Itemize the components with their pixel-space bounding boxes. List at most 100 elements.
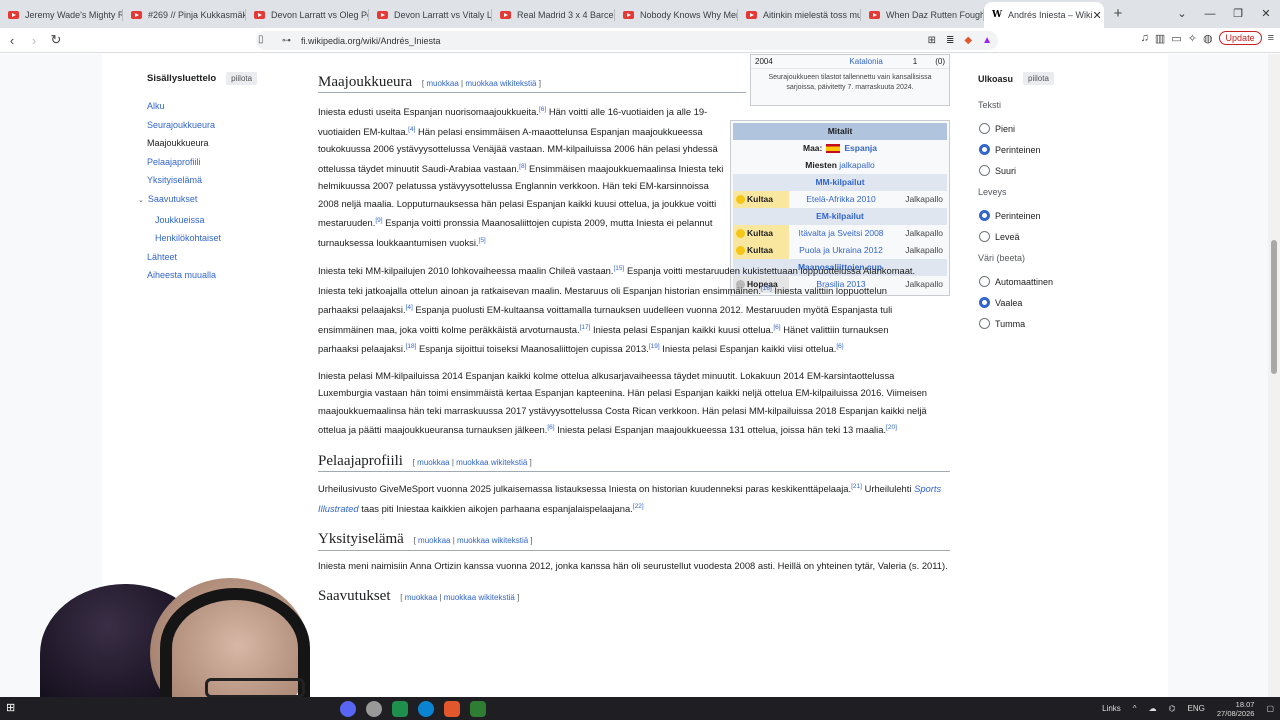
extensions-icon[interactable]: ✧ (1188, 32, 1197, 45)
reference-link[interactable]: [22] (633, 503, 644, 510)
steam-icon[interactable] (366, 700, 382, 717)
radio-button-icon[interactable] (979, 231, 990, 242)
edit-wikitext-link[interactable]: muokkaa wikitekstiä (456, 458, 527, 467)
update-button[interactable]: Update (1218, 31, 1262, 45)
browser-tab[interactable]: When Daz Rutten Fought (861, 2, 984, 28)
translate-icon[interactable]: ⊞ (928, 35, 936, 46)
page-scrollbar[interactable] (1268, 54, 1280, 697)
new-tab-button[interactable]: + (1104, 2, 1132, 28)
toc-item-saavutukset[interactable]: Saavutukset (148, 194, 198, 204)
browser-tab[interactable]: Jeremy Wade's Mighty Ri (0, 2, 123, 28)
edit-wikitext-link[interactable]: muokkaa wikitekstiä (457, 536, 528, 545)
radio-option[interactable]: Perinteinen (978, 205, 1128, 226)
clock[interactable]: 18.07 27/08/2026 (1217, 700, 1255, 718)
edit-link[interactable]: muokkaa (426, 79, 458, 88)
radio-option[interactable]: Vaalea (978, 292, 1128, 313)
notifications-icon[interactable]: ▢ (1266, 704, 1274, 713)
reference-link[interactable]: [4] (406, 304, 413, 311)
close-tab-icon[interactable]: ✕ (1093, 9, 1102, 22)
start-icon[interactable]: ⊞ (6, 701, 22, 717)
maximize-button[interactable]: ❐ (1224, 0, 1252, 28)
toc-item-lahteet[interactable]: Lähteet (147, 248, 297, 267)
browser-tab[interactable]: Devon Larratt vs Vitaly Lal (369, 2, 492, 28)
reference-link[interactable]: [9] (375, 217, 382, 224)
reference-link[interactable]: [21] (851, 483, 862, 490)
toc-item-yksityiselama[interactable]: Yksityiselämä (147, 171, 297, 190)
radio-option[interactable]: Leveä (978, 226, 1128, 247)
radio-button-icon[interactable] (979, 210, 990, 221)
chevron-down-icon[interactable]: ⌄ (138, 197, 144, 204)
appearance-hide-button[interactable]: piilota (1023, 72, 1054, 85)
reference-link[interactable]: [17] (580, 324, 591, 331)
reference-link[interactable]: [6] (539, 106, 546, 113)
edit-link[interactable]: muokkaa (405, 593, 437, 602)
radio-option[interactable]: Perinteinen (978, 139, 1128, 160)
radio-option[interactable]: Suuri (978, 160, 1128, 181)
radio-option[interactable]: Tumma (978, 313, 1128, 334)
menu-icon[interactable]: ≡ (1268, 32, 1274, 44)
reference-link[interactable]: [4] (408, 126, 415, 133)
reference-link[interactable]: [6] (547, 424, 554, 431)
toc-item-seurajoukkueura[interactable]: Seurajoukkueura (147, 116, 297, 135)
discord-icon[interactable] (340, 700, 356, 717)
toc-hide-button[interactable]: piilota (226, 72, 258, 85)
radio-button-icon[interactable] (979, 165, 990, 176)
app-icon[interactable] (392, 700, 408, 717)
reference-link[interactable]: [18] (406, 343, 417, 350)
radio-button-icon[interactable] (979, 276, 990, 287)
reference-link[interactable]: [15] (613, 265, 624, 272)
media-icon[interactable]: ♫ (1141, 32, 1149, 44)
minimize-button[interactable]: — (1196, 0, 1224, 28)
wallet-icon[interactable]: ▭ (1171, 32, 1181, 45)
toc-item-maajoukkueura[interactable]: Maajoukkueura (147, 134, 297, 153)
address-bar[interactable]: ⊶ fi.wikipedia.org/wiki/Andrés_Iniesta ⊞… (256, 31, 998, 50)
browser-tab[interactable]: Nobody Knows Why Mer (615, 2, 738, 28)
brave-shields-icon[interactable]: ◆ (964, 35, 972, 46)
reference-link[interactable]: [8] (519, 163, 526, 170)
tab-search-icon[interactable]: ⌄ (1168, 0, 1196, 28)
brave-rewards-icon[interactable]: ▲ (982, 35, 992, 46)
toc-item-alku[interactable]: Alku (147, 97, 297, 116)
edge-icon[interactable] (418, 700, 434, 717)
reader-mode-icon[interactable]: ≣ (946, 35, 954, 46)
terminal-icon[interactable] (470, 700, 486, 717)
radio-option[interactable]: Automaattinen (978, 271, 1128, 292)
browser-tab[interactable]: W Andrés Iniesta – Wiki ✕ (984, 2, 1104, 28)
edit-link[interactable]: muokkaa (417, 458, 449, 467)
site-info-icon[interactable]: ⊶ (282, 35, 291, 46)
radio-option[interactable]: Pieni (978, 118, 1128, 139)
close-window-button[interactable]: ✕ (1252, 0, 1280, 28)
reference-link[interactable]: [20] (886, 424, 897, 431)
tray-chevron-icon[interactable]: ^ (1133, 704, 1137, 713)
reference-link[interactable]: [16] (761, 285, 772, 292)
edit-link[interactable]: muokkaa (418, 536, 450, 545)
bookmark-icon[interactable]: ▯ (258, 34, 264, 45)
back-icon[interactable]: ‹ (2, 33, 22, 48)
language-indicator[interactable]: ENG (1188, 704, 1205, 713)
browser-tab[interactable]: #269 // Pinja Kukkasmäki (123, 2, 246, 28)
toc-item-aiheesta-muualla[interactable]: Aiheesta muualla (147, 266, 297, 285)
radio-button-icon[interactable] (979, 297, 990, 308)
vpn-icon[interactable]: ◍ (1203, 32, 1213, 45)
reference-link[interactable]: [6] (836, 343, 843, 350)
radio-button-icon[interactable] (979, 318, 990, 329)
forward-icon[interactable]: › (24, 33, 44, 48)
sidebar-icon[interactable]: ▥ (1155, 32, 1165, 45)
toc-item-joukkueissa[interactable]: Joukkueissa (147, 211, 297, 230)
browser-tab[interactable]: Devon Larratt vs Oleg Pet (246, 2, 369, 28)
radio-button-icon[interactable] (979, 144, 990, 155)
toc-item-pelaajaprofiili[interactable]: Pelaajaprofiili (147, 153, 297, 172)
browser-tab[interactable]: Real Madrid 3 x 4 Barcelo (492, 2, 615, 28)
brave-icon[interactable] (444, 700, 460, 717)
reload-icon[interactable]: ↻ (46, 32, 66, 48)
scroll-thumb[interactable] (1271, 240, 1277, 374)
network-icon[interactable]: ⌬ (1169, 704, 1176, 713)
onedrive-icon[interactable]: ☁ (1149, 704, 1157, 713)
radio-button-icon[interactable] (979, 123, 990, 134)
edit-wikitext-link[interactable]: muokkaa wikitekstiä (465, 79, 536, 88)
browser-tab[interactable]: Aitinkin mielestä toss mu (738, 2, 861, 28)
reference-link[interactable]: [5] (479, 237, 486, 244)
links-toolbar[interactable]: Links (1102, 704, 1121, 713)
reference-link[interactable]: [6] (773, 324, 780, 331)
edit-wikitext-link[interactable]: muokkaa wikitekstiä (444, 593, 515, 602)
